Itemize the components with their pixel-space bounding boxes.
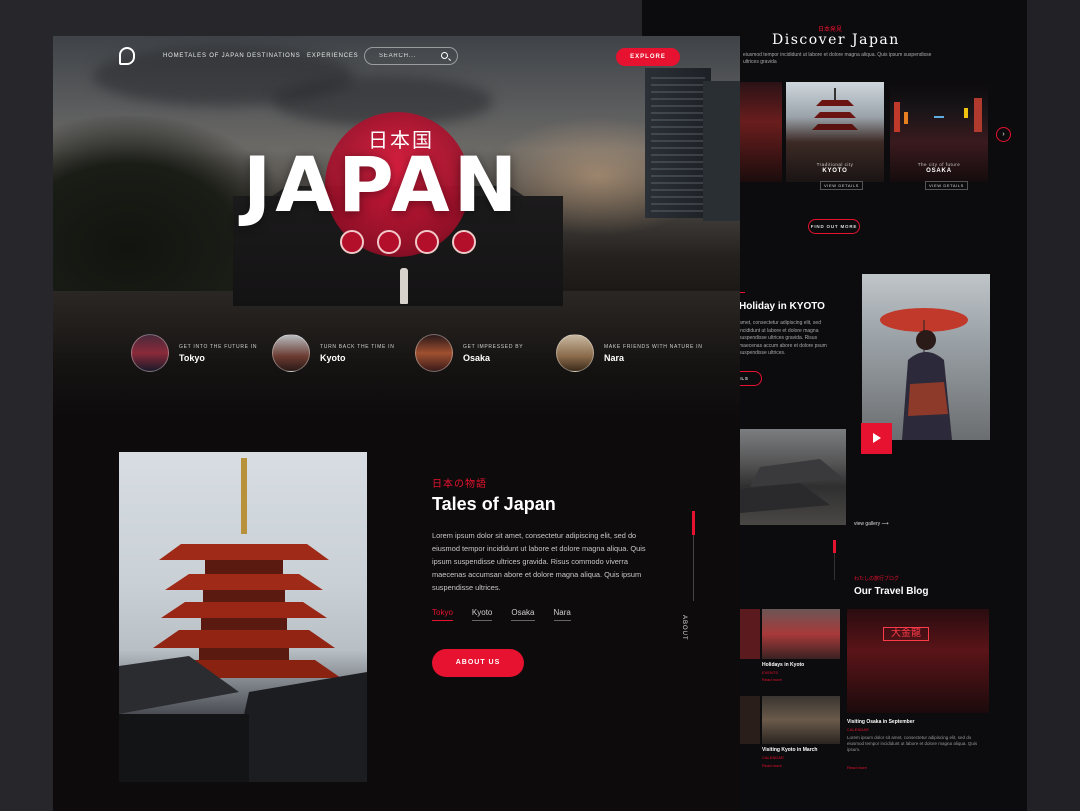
- geisha-photo[interactable]: [862, 274, 990, 440]
- search-box[interactable]: [364, 47, 458, 65]
- destination-caption: TURN BACK THE TIME IN: [320, 343, 395, 350]
- destination-caption: GET IMPRESSED BY: [463, 343, 524, 350]
- geisha-illustration: [880, 308, 968, 440]
- lantern-icon: [339, 230, 364, 254]
- city-caption: Traditional city: [816, 162, 854, 167]
- lantern-icon: [414, 230, 439, 254]
- dot-icon: [163, 336, 168, 341]
- destination-caption: MAKE FRIENDS WITH NATURE IN: [604, 343, 703, 350]
- village-photo[interactable]: [740, 429, 846, 525]
- play-video-button[interactable]: [861, 423, 892, 454]
- tab-tokyo[interactable]: Tokyo: [432, 608, 453, 621]
- nara-thumbnail: [556, 334, 594, 372]
- blog-title: Our Travel Blog: [854, 586, 929, 597]
- logo-icon[interactable]: [119, 47, 135, 65]
- top-nav: HOMETALES OF JAPAN DESTINATIONS EXPERIEN…: [53, 36, 740, 80]
- view-gallery-link[interactable]: view gallery ⟶: [854, 521, 889, 527]
- tales-body: Lorem ipsum dolor sit amet, consectetur …: [432, 531, 646, 592]
- city-tabs: Tokyo Kyoto Osaka Nara: [432, 608, 590, 621]
- blog-post-excerpt: Lorem ipsum dolor sit amet, consectetur …: [847, 735, 978, 752]
- village-rooftops: [740, 459, 844, 513]
- search-input[interactable]: [379, 48, 441, 64]
- blog-image-partial[interactable]: [740, 609, 760, 659]
- kyoto-heading: Holiday in KYOTO: [739, 301, 825, 312]
- osaka-details-button[interactable]: VIEW DETAILS: [925, 181, 968, 190]
- destination-name: Tokyo: [179, 352, 205, 363]
- tales-title: Tales of Japan: [432, 494, 556, 514]
- search-icon[interactable]: [441, 52, 448, 59]
- kyoto-thumbnail: [272, 334, 310, 372]
- nav-link-home[interactable]: HOMETALES OF JAPAN: [163, 53, 245, 59]
- office-tower: [645, 68, 711, 218]
- city-name: KYOTO: [822, 168, 848, 174]
- side-divider-accent: [692, 511, 695, 535]
- blog-post-title[interactable]: Holidays in Kyoto: [762, 662, 804, 668]
- tab-nara[interactable]: Nara: [553, 608, 571, 621]
- city-name: OSAKA: [926, 168, 952, 174]
- blog-kicker: わたしの旅行ブログ: [854, 576, 900, 582]
- city-card-kyoto[interactable]: Traditional city KYOTO: [786, 82, 884, 182]
- destination-nara[interactable]: MAKE FRIENDS WITH NATURE IN Nara: [556, 333, 703, 373]
- pagoda-photo: [119, 452, 367, 782]
- tokyo-thumbnail: [131, 334, 169, 372]
- blog-post-meta: CALENDAR: [762, 755, 784, 760]
- tab-osaka[interactable]: Osaka: [511, 608, 535, 621]
- destination-kyoto[interactable]: TURN BACK THE TIME IN Kyoto: [272, 333, 395, 373]
- osaka-street-image: [894, 98, 982, 132]
- lantern-icon: [452, 230, 477, 254]
- city-caption: The city of future: [917, 162, 961, 167]
- destination-tokyo[interactable]: GET INTO THE FUTURE IN Tokyo: [131, 333, 257, 373]
- blog-image-kyoto-march[interactable]: [762, 696, 840, 744]
- blog-post-title[interactable]: Visiting Osaka in September: [847, 719, 914, 725]
- about-us-button[interactable]: ABOUT US: [432, 649, 524, 677]
- person-silhouette: [400, 268, 408, 304]
- discover-subtitle: eiusmod tempor incididunt ut labore et d…: [743, 52, 932, 65]
- osaka-thumbnail: [415, 334, 453, 372]
- blog-post-title[interactable]: Visiting Kyoto in March: [762, 747, 817, 753]
- blog-divider-accent: [833, 540, 836, 553]
- blog-read-more[interactable]: Read more: [762, 677, 782, 682]
- kyoto-body: amet, consectetur adipiscing elit, sed i…: [739, 320, 827, 356]
- kyoto-pagoda-image: [812, 88, 858, 130]
- hero-section: 日本国 JAPAN HOMETALES OF JAPAN DESTINATION…: [53, 36, 740, 416]
- kyoto-details-button[interactable]: VIEW DETAILS: [820, 181, 863, 190]
- screenshot-stage: 日本発見 Discover Japan eiusmod tempor incid…: [0, 0, 1080, 811]
- tales-kicker: 日本の物語: [432, 479, 487, 490]
- office-tower: [703, 81, 740, 221]
- destination-name: Nara: [604, 352, 625, 363]
- dot-icon: [304, 336, 309, 341]
- next-arrow-button[interactable]: ›: [996, 127, 1011, 142]
- main-page: 日本国 JAPAN HOMETALES OF JAPAN DESTINATION…: [53, 36, 740, 811]
- explore-button[interactable]: EXPLORE: [616, 48, 680, 66]
- tab-kyoto[interactable]: Kyoto: [471, 608, 493, 621]
- neon-sign: 大金龍: [883, 627, 929, 641]
- blog-read-more[interactable]: Read more: [847, 765, 867, 770]
- blog-image-partial[interactable]: [740, 696, 760, 744]
- dot-icon: [447, 336, 452, 341]
- lantern-icon: [377, 230, 402, 254]
- blog-read-more[interactable]: Read more: [762, 763, 782, 768]
- destination-name: Osaka: [463, 352, 491, 363]
- chevron-right-icon: ›: [1002, 131, 1005, 138]
- pagoda-illustration: [119, 458, 367, 782]
- find-out-more-button[interactable]: FIND OUT MORE: [808, 219, 860, 234]
- blog-post-meta: EVENTS: [762, 670, 779, 675]
- nav-link-experiences[interactable]: EXPERIENCES: [307, 53, 358, 59]
- destination-caption: GET INTO THE FUTURE IN: [179, 343, 258, 350]
- city-card-partial[interactable]: [740, 82, 782, 182]
- hero-title: JAPAN: [243, 140, 522, 229]
- about-side-label[interactable]: ABOUT: [681, 615, 687, 641]
- destination-osaka[interactable]: GET IMPRESSED BY Osaka: [415, 333, 523, 373]
- view-gallery-label: view gallery: [854, 521, 881, 527]
- blog-post-meta: CALENDAR: [847, 727, 869, 732]
- arrow-right-icon: ⟶: [881, 521, 889, 527]
- city-card-osaka[interactable]: The city of future OSAKA: [890, 82, 988, 182]
- discover-title: Discover Japan: [772, 32, 900, 48]
- destination-name: Kyoto: [320, 352, 346, 363]
- blog-image-osaka[interactable]: 大金龍: [847, 609, 989, 713]
- dot-icon: [588, 336, 593, 341]
- blog-image-kyoto[interactable]: [762, 609, 840, 659]
- nav-link-destinations[interactable]: DESTINATIONS: [247, 53, 301, 59]
